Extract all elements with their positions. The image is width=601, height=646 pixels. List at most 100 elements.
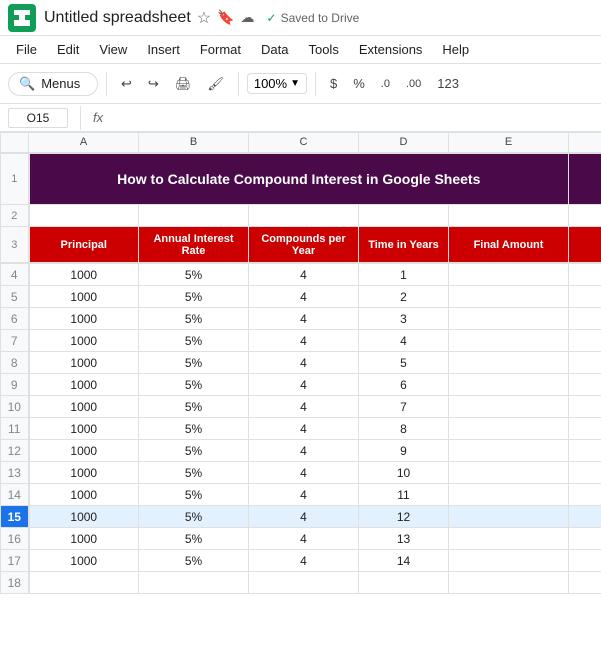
cell-14b[interactable]: 5% bbox=[139, 484, 249, 506]
col-header-c[interactable]: C bbox=[249, 133, 359, 153]
zoom-control[interactable]: 100% ▼ bbox=[247, 73, 307, 94]
cell-12e[interactable] bbox=[449, 440, 569, 462]
cell-15e[interactable] bbox=[449, 506, 569, 528]
cell-10a[interactable]: 1000 bbox=[29, 396, 139, 418]
cell-extra[interactable] bbox=[569, 440, 601, 462]
cell-extra[interactable] bbox=[569, 308, 601, 330]
star-icon[interactable]: ☆ bbox=[197, 8, 211, 28]
cell-extra[interactable] bbox=[569, 506, 601, 528]
currency-button[interactable]: $ bbox=[324, 73, 343, 94]
cell-17d[interactable]: 14 bbox=[359, 550, 449, 572]
cell-extra[interactable] bbox=[569, 528, 601, 550]
menu-data[interactable]: Data bbox=[253, 40, 296, 59]
cell-5e[interactable] bbox=[449, 286, 569, 308]
cell-8e[interactable] bbox=[449, 352, 569, 374]
cell-5c[interactable]: 4 bbox=[249, 286, 359, 308]
number-format-button[interactable]: 123 bbox=[431, 73, 465, 94]
cell-12c[interactable]: 4 bbox=[249, 440, 359, 462]
cell-7b[interactable]: 5% bbox=[139, 330, 249, 352]
cell-6d[interactable]: 3 bbox=[359, 308, 449, 330]
cell-5d[interactable]: 2 bbox=[359, 286, 449, 308]
cell-16d[interactable]: 13 bbox=[359, 528, 449, 550]
cell-16e[interactable] bbox=[449, 528, 569, 550]
cell-14a[interactable]: 1000 bbox=[29, 484, 139, 506]
cell-12b[interactable]: 5% bbox=[139, 440, 249, 462]
col-header-a[interactable]: A bbox=[29, 133, 139, 153]
menu-file[interactable]: File bbox=[8, 40, 45, 59]
cell-6e[interactable] bbox=[449, 308, 569, 330]
cell-14c[interactable]: 4 bbox=[249, 484, 359, 506]
menu-tools[interactable]: Tools bbox=[300, 40, 346, 59]
cell-10e[interactable] bbox=[449, 396, 569, 418]
cell-8b[interactable]: 5% bbox=[139, 352, 249, 374]
menu-insert[interactable]: Insert bbox=[139, 40, 188, 59]
cell-16a[interactable]: 1000 bbox=[29, 528, 139, 550]
cell-4d[interactable]: 1 bbox=[359, 264, 449, 286]
cell-16b[interactable]: 5% bbox=[139, 528, 249, 550]
cell-5b[interactable]: 5% bbox=[139, 286, 249, 308]
cell-17a[interactable]: 1000 bbox=[29, 550, 139, 572]
cell-10c[interactable]: 4 bbox=[249, 396, 359, 418]
cell-9b[interactable]: 5% bbox=[139, 374, 249, 396]
col-header-e[interactable]: E bbox=[449, 133, 569, 153]
col-header-f[interactable] bbox=[569, 133, 601, 153]
cell-15d[interactable]: 12 bbox=[359, 506, 449, 528]
cell-7d[interactable]: 4 bbox=[359, 330, 449, 352]
cell-12a[interactable]: 1000 bbox=[29, 440, 139, 462]
cell-14e[interactable] bbox=[449, 484, 569, 506]
cell-2b[interactable] bbox=[139, 205, 249, 227]
cell-extra[interactable] bbox=[569, 572, 601, 594]
cell-extra[interactable] bbox=[569, 418, 601, 440]
cell-extra[interactable] bbox=[569, 264, 601, 286]
cell-14d[interactable]: 11 bbox=[359, 484, 449, 506]
cell-9d[interactable]: 6 bbox=[359, 374, 449, 396]
spreadsheet-title[interactable]: Untitled spreadsheet bbox=[44, 9, 191, 27]
cell-7a[interactable]: 1000 bbox=[29, 330, 139, 352]
cell-7c[interactable]: 4 bbox=[249, 330, 359, 352]
cell-extra[interactable] bbox=[569, 352, 601, 374]
cell-9c[interactable]: 4 bbox=[249, 374, 359, 396]
cell-extra[interactable] bbox=[569, 396, 601, 418]
cell-18b[interactable] bbox=[139, 572, 249, 594]
cell-2f[interactable] bbox=[569, 205, 601, 227]
search-box[interactable]: 🔍 Menus bbox=[8, 72, 98, 96]
cell-6b[interactable]: 5% bbox=[139, 308, 249, 330]
cell-extra[interactable] bbox=[569, 374, 601, 396]
percent-button[interactable]: % bbox=[347, 73, 371, 94]
cell-11d[interactable]: 8 bbox=[359, 418, 449, 440]
cell-8c[interactable]: 4 bbox=[249, 352, 359, 374]
cell-13b[interactable]: 5% bbox=[139, 462, 249, 484]
menu-extensions[interactable]: Extensions bbox=[351, 40, 431, 59]
menu-help[interactable]: Help bbox=[434, 40, 477, 59]
cell-15b[interactable]: 5% bbox=[139, 506, 249, 528]
cell-extra[interactable] bbox=[569, 286, 601, 308]
decimal-plus-button[interactable]: .00 bbox=[400, 75, 427, 93]
cell-8a[interactable]: 1000 bbox=[29, 352, 139, 374]
cell-11e[interactable] bbox=[449, 418, 569, 440]
cell-17e[interactable] bbox=[449, 550, 569, 572]
cell-13d[interactable]: 10 bbox=[359, 462, 449, 484]
cell-2d[interactable] bbox=[359, 205, 449, 227]
bookmark-icon[interactable]: 🔖 bbox=[217, 9, 234, 26]
cell-extra[interactable] bbox=[569, 462, 601, 484]
cell-13a[interactable]: 1000 bbox=[29, 462, 139, 484]
cell-10d[interactable]: 7 bbox=[359, 396, 449, 418]
cell-6a[interactable]: 1000 bbox=[29, 308, 139, 330]
cell-extra[interactable] bbox=[569, 484, 601, 506]
cell-4a[interactable]: 1000 bbox=[29, 264, 139, 286]
menu-view[interactable]: View bbox=[91, 40, 135, 59]
cell-5a[interactable]: 1000 bbox=[29, 286, 139, 308]
cell-12d[interactable]: 9 bbox=[359, 440, 449, 462]
cell-8d[interactable]: 5 bbox=[359, 352, 449, 374]
cell-13e[interactable] bbox=[449, 462, 569, 484]
cell-extra[interactable] bbox=[569, 330, 601, 352]
cell-17b[interactable]: 5% bbox=[139, 550, 249, 572]
menu-edit[interactable]: Edit bbox=[49, 40, 87, 59]
cell-4e[interactable] bbox=[449, 264, 569, 286]
cell-2a[interactable] bbox=[29, 205, 139, 227]
cell-18e[interactable] bbox=[449, 572, 569, 594]
redo-button[interactable]: ↪ bbox=[142, 73, 165, 95]
cell-11a[interactable]: 1000 bbox=[29, 418, 139, 440]
cell-11c[interactable]: 4 bbox=[249, 418, 359, 440]
cell-7e[interactable] bbox=[449, 330, 569, 352]
